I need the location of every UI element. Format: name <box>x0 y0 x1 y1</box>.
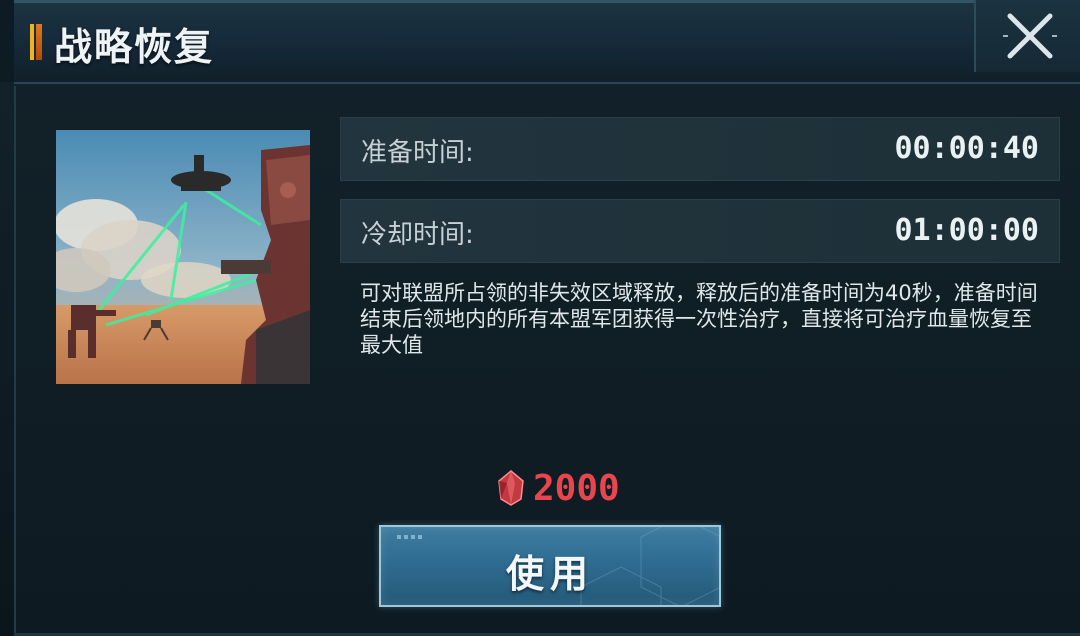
title-accent-yellow <box>30 24 34 60</box>
cost-display: 2000 <box>495 466 620 510</box>
prepare-time-label: 准备时间: <box>361 138 474 168</box>
close-x-icon <box>1003 13 1057 59</box>
header-left-edge <box>0 0 16 82</box>
dialog-title: 战略恢复 <box>54 24 215 69</box>
close-button[interactable] <box>1000 8 1060 64</box>
prepare-time-row: 准备时间: 00:00:40 <box>340 117 1060 181</box>
cooldown-time-row: 冷却时间: 01:00:00 <box>340 199 1060 263</box>
header-top-line <box>14 0 1080 3</box>
use-button[interactable]: 使用 <box>379 525 721 607</box>
red-crystal-icon <box>498 470 524 506</box>
title-accent-bar <box>30 24 42 60</box>
cooldown-time-value: 01:00:00 <box>894 213 1040 248</box>
prepare-time-value: 00:00:40 <box>894 131 1040 166</box>
skill-illustration <box>56 130 310 384</box>
title-accent-orange <box>36 24 42 60</box>
cooldown-time-label: 冷却时间: <box>361 220 474 250</box>
use-button-label: 使用 <box>505 551 594 596</box>
strategy-recovery-dialog: 战略恢复 准备时间: 00:00:40 冷却时间: 01:00:00 可对联盟所… <box>0 0 1080 636</box>
battle-scene-image <box>56 130 310 384</box>
skill-description: 可对联盟所占领的非失效区域释放，释放后的准备时间为40秒，准备时间结束后领地内的… <box>360 281 1038 357</box>
cost-value: 2000 <box>533 467 620 509</box>
